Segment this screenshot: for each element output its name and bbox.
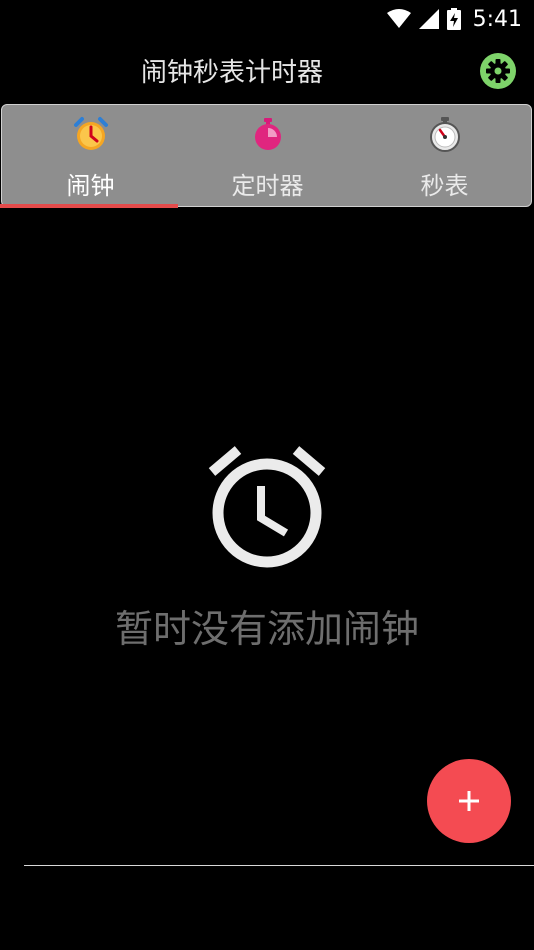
app-title: 闹钟秒表计时器: [140, 58, 323, 88]
status-time: 5:41: [472, 6, 522, 32]
app-bar: 闹钟秒表计时器: [0, 38, 534, 104]
battery-charging-icon: [446, 8, 461, 30]
signal-icon: [418, 9, 439, 29]
gear-icon: [486, 59, 510, 83]
settings-button[interactable]: [480, 53, 516, 89]
alarm-icon: [208, 446, 326, 568]
empty-state-message: 暂时没有添加闹钟: [114, 607, 419, 651]
tab-label: 定时器: [231, 172, 304, 200]
stopwatch-icon: [429, 117, 460, 152]
wifi-icon: [386, 9, 411, 28]
status-icons: 5:41: [386, 6, 522, 32]
tab-label: 秒表: [420, 172, 469, 200]
plus-icon: [459, 791, 479, 811]
tab-bar: 闹钟 定时器 秒表: [1, 104, 532, 207]
tab-stopwatch[interactable]: 秒表: [356, 105, 533, 206]
tab-timer[interactable]: 定时器: [179, 105, 356, 206]
alarm-clock-icon: [73, 117, 108, 150]
status-bar: 5:41: [0, 0, 534, 38]
tab-alarm[interactable]: 闹钟: [2, 105, 179, 206]
tab-label: 闹钟: [66, 172, 115, 200]
tab-indicator: [0, 204, 178, 208]
divider: [24, 865, 534, 866]
add-alarm-button[interactable]: [427, 759, 511, 843]
timer-icon: [254, 118, 281, 150]
